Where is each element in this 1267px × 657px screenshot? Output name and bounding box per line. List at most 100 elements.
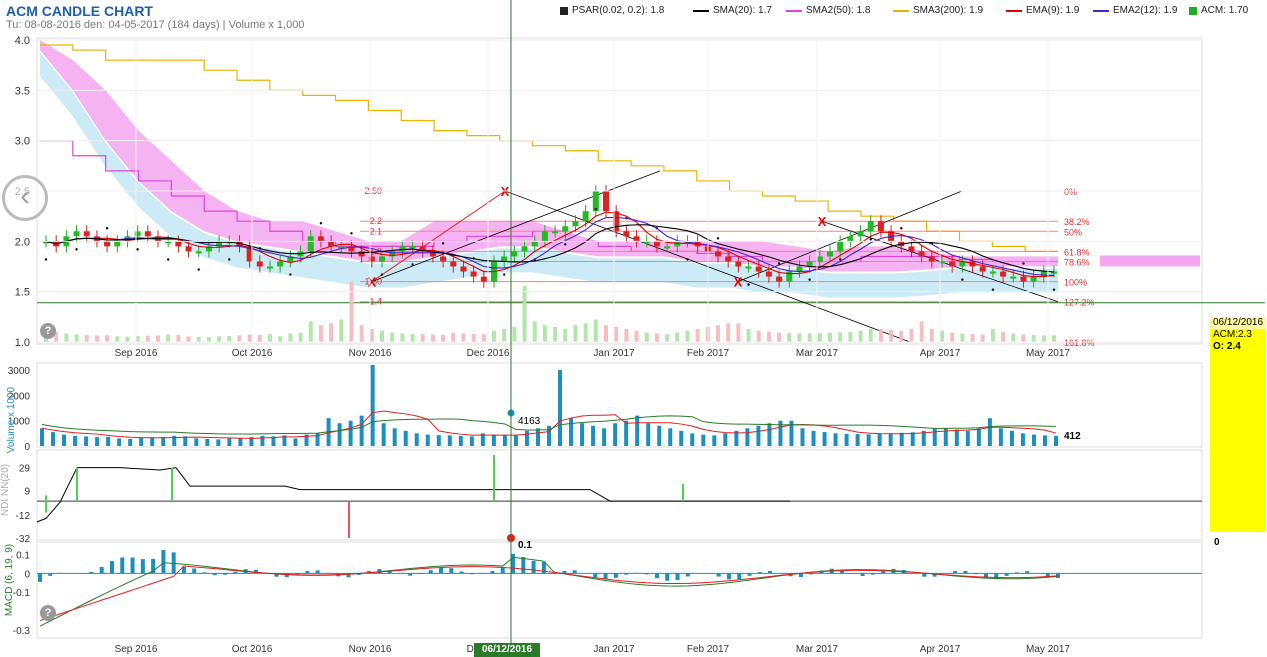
price-volume-bar — [390, 332, 395, 342]
price-volume-bar — [481, 334, 486, 342]
volume-bar — [624, 420, 629, 446]
volume-bar — [888, 433, 893, 446]
price-volume-bar — [318, 325, 323, 342]
price-volume-bar — [512, 327, 517, 342]
price-volume-bar — [237, 335, 242, 342]
price-volume-bar — [1021, 334, 1026, 342]
macd-histogram-bar — [315, 570, 320, 574]
price-volume-bar — [726, 323, 731, 342]
macd-histogram-bar — [572, 570, 577, 574]
psar-dot — [441, 242, 445, 245]
price-volume-bar — [451, 332, 456, 342]
volume-bar — [1054, 435, 1058, 446]
volume-bar — [337, 423, 342, 446]
volume-bar — [502, 435, 507, 446]
volume-bar — [535, 428, 540, 446]
candle-body — [440, 256, 447, 262]
psar-dot — [1052, 288, 1056, 291]
price-y-tick: 1.5 — [15, 287, 30, 299]
volume-bar — [646, 423, 651, 446]
price-y-tick: 3.0 — [15, 136, 30, 148]
macd-histogram-bar — [922, 573, 927, 577]
volume-bar — [359, 415, 364, 446]
x-marker: X — [368, 275, 377, 290]
psar-dot — [686, 258, 689, 261]
volume-bar — [569, 418, 574, 446]
price-volume-bar — [777, 332, 782, 342]
price-volume-bar — [624, 328, 629, 342]
volume-panel-frame — [36, 362, 1203, 448]
price-volume-bar — [502, 328, 507, 342]
candle-body — [185, 246, 192, 252]
candle-body — [531, 241, 538, 247]
macd-histogram-bar — [161, 549, 166, 574]
candle-body — [541, 231, 548, 242]
crosshair-date-label: 06/12/2016 — [474, 643, 540, 657]
volume-bar — [745, 428, 750, 446]
volume-bar — [822, 432, 827, 446]
price-volume-bar — [278, 336, 283, 342]
fib-label: 78.6% — [1064, 257, 1090, 267]
volume-bar — [1031, 434, 1036, 446]
volume-bar — [1020, 433, 1025, 446]
psar-dot — [900, 227, 903, 230]
macd-histogram-bar — [562, 570, 567, 574]
volume-bar — [205, 438, 210, 446]
psar-dot — [166, 258, 170, 261]
ndi-axis-label: NDI NN(20) — [0, 464, 11, 516]
price-x-tick: Sep 2016 — [115, 348, 158, 359]
price-volume-bar — [288, 333, 293, 342]
ndi-bar — [493, 455, 495, 502]
volume-bar — [844, 433, 849, 446]
help-icon[interactable]: ? — [40, 323, 56, 339]
price-volume-bar — [685, 330, 690, 342]
macd-histogram-bar — [1025, 571, 1030, 574]
price-volume-bar — [64, 333, 69, 342]
chevron-left-icon[interactable]: ‹ — [2, 175, 48, 221]
volume-bar — [877, 433, 882, 446]
volume-bar — [491, 434, 496, 446]
price-volume-bar — [634, 330, 639, 342]
volume-bar — [998, 428, 1003, 446]
volume-bar — [183, 436, 188, 446]
candle-body — [572, 221, 579, 227]
candle-body — [735, 261, 742, 267]
price-volume-bar — [471, 333, 476, 342]
candle-body — [796, 266, 803, 272]
psar-dot — [197, 268, 200, 271]
help-icon-lower[interactable]: ? — [40, 605, 56, 621]
price-volume-bar — [441, 334, 446, 342]
volume-bar — [987, 418, 992, 446]
price-volume-bar — [522, 285, 527, 342]
x-marker: X — [734, 275, 743, 290]
price-volume-bar — [1011, 333, 1016, 342]
macd-histogram-bar — [737, 573, 742, 580]
candle-body — [603, 191, 609, 212]
price-x-tick: Dec 2016 — [467, 348, 510, 359]
volume-bar — [965, 430, 970, 446]
candle-body — [521, 246, 528, 252]
ndi-bar-negative — [348, 501, 350, 538]
price-volume-bar — [349, 282, 354, 342]
psar-dot — [75, 248, 78, 251]
volume-bar — [84, 436, 89, 446]
macd-histogram-bar — [654, 573, 659, 579]
price-volume-bar — [828, 332, 832, 342]
volume-bar — [425, 434, 430, 446]
price-volume-bar — [94, 335, 99, 342]
psar-dot — [961, 278, 964, 281]
ndi-y-tick: -12 — [16, 511, 31, 522]
macd-histogram-bar — [644, 573, 649, 575]
ndi-y-tick: -32 — [16, 534, 31, 545]
macd-histogram-bar — [881, 571, 886, 574]
ndi-value-label: 0 — [1214, 537, 1220, 548]
candle-body — [501, 256, 508, 262]
price-volume-bar — [573, 325, 578, 342]
macd-histogram-bar — [109, 561, 114, 574]
price-x-tick: Nov 2016 — [349, 348, 392, 359]
price-volume-bar — [797, 333, 802, 342]
volume-bar — [558, 370, 563, 446]
price-volume-bar — [247, 334, 252, 342]
price-volume-bar — [298, 332, 303, 342]
volume-y-tick: 3000 — [8, 366, 31, 377]
